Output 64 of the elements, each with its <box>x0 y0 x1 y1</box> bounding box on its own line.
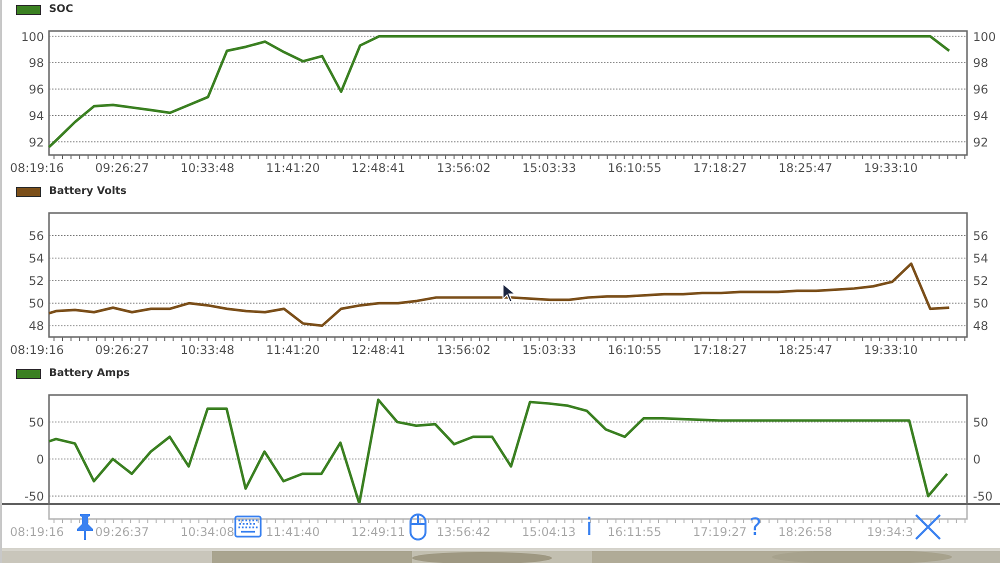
tick-label: 56 <box>28 228 44 243</box>
tick-label: 52 <box>973 274 988 288</box>
tick-label: 15:04:13 <box>522 524 576 539</box>
tick-label: 15:03:33 <box>522 342 576 357</box>
tick-label: 08:19:16 <box>10 160 64 175</box>
tick-label: 13:56:02 <box>436 160 491 175</box>
tick-label: 54 <box>28 251 44 266</box>
tick-label: 15:03:33 <box>522 160 576 175</box>
tick-label: 18:26:58 <box>778 524 832 539</box>
tick-label: 18:25:47 <box>778 342 832 357</box>
tick-label: 52 <box>28 274 44 288</box>
tick-label: 08:19:16 <box>10 524 64 539</box>
tick-label: 11:41:20 <box>266 160 320 175</box>
tick-label: 94 <box>28 108 44 123</box>
tick-label: 50 <box>28 296 44 310</box>
legend-label: SOC <box>49 3 74 16</box>
tick-label: 92 <box>973 135 988 149</box>
tick-label: 92 <box>28 135 44 149</box>
tick-label: 94 <box>973 108 988 123</box>
tick-label: 96 <box>28 82 44 96</box>
tick-label: 12:48:41 <box>351 342 406 357</box>
tick-label: 08:19:16 <box>10 342 64 357</box>
tick-label: 09:26:37 <box>95 524 150 539</box>
tick-label: 12:48:41 <box>351 160 406 175</box>
tick-label: 56 <box>973 228 988 243</box>
tick-label: 09:26:27 <box>95 160 150 175</box>
tick-label: 13:56:42 <box>436 524 490 539</box>
tick-label: 48 <box>973 318 988 333</box>
tick-label: 98 <box>28 56 44 70</box>
tick-label: 10:34:08 <box>180 524 234 539</box>
tick-label: 0 <box>36 452 44 466</box>
toolbar-button[interactable]: i <box>586 514 592 540</box>
tick-label: 19:34:3 <box>866 524 914 539</box>
toolbar-button[interactable]: ? <box>749 514 762 540</box>
tick-label: 16:10:55 <box>608 160 662 175</box>
tick-label: 11:41:40 <box>266 524 320 539</box>
tick-label: 16:10:55 <box>608 342 662 357</box>
tick-label: 50 <box>28 415 44 430</box>
tick-label: 50 <box>973 296 988 310</box>
tick-label: 10:33:48 <box>180 342 234 357</box>
tick-label: 19:33:10 <box>864 160 918 175</box>
legend-label: Battery Volts <box>49 185 127 198</box>
tick-label: 54 <box>973 251 988 266</box>
tick-label: 96 <box>973 82 988 96</box>
tick-label: 17:19:27 <box>692 524 747 539</box>
tick-label: 19:33:10 <box>864 342 918 357</box>
tick-label: 100 <box>21 29 44 44</box>
tick-label: 11:41:20 <box>266 342 320 357</box>
tick-label: 50 <box>973 415 988 430</box>
tick-label: 18:25:47 <box>778 160 832 175</box>
tick-label: 16:11:55 <box>608 524 662 539</box>
tick-label: 48 <box>28 318 44 333</box>
tick-label: 13:56:02 <box>436 342 491 357</box>
tick-label: 98 <box>973 56 988 70</box>
tick-label: -50 <box>24 489 44 504</box>
tick-label: 12:49:11 <box>351 524 406 539</box>
tick-label: 0 <box>973 452 981 466</box>
tick-label: 100 <box>973 29 996 44</box>
tick-label: 10:33:48 <box>180 160 234 175</box>
tick-label: 17:18:27 <box>693 342 748 357</box>
tick-label: -50 <box>973 489 993 504</box>
legend-label: Battery Amps <box>49 367 130 380</box>
tick-label: 09:26:27 <box>95 342 150 357</box>
tick-label: 17:18:27 <box>693 160 748 175</box>
